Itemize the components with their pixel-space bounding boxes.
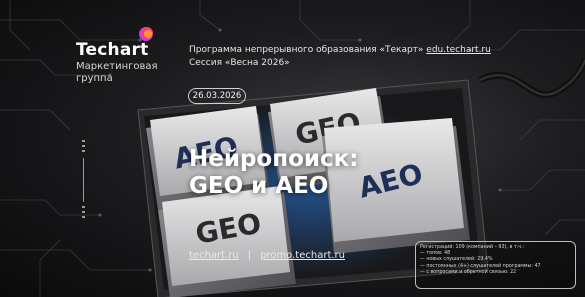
brand-subtitle-1: Маркетинговая — [76, 61, 158, 72]
footer-links: techart.ru | promo.techart.ru — [189, 250, 345, 261]
page-title: Нейропоиск: GEO и AEO — [189, 146, 358, 200]
key-bottom-left: GEO — [158, 186, 296, 297]
techart-link[interactable]: techart.ru — [189, 250, 239, 261]
program-name: Программа непрерывного образования «Тека… — [189, 45, 424, 55]
program-info: Программа непрерывного образования «Тека… — [189, 44, 491, 70]
brand-subtitle-2: группа — [76, 73, 113, 84]
registration-stats: Регистраций: 109 (компаний – 93), в т.ч.… — [415, 241, 576, 289]
date-badge: 26.03.2026 — [188, 88, 246, 104]
stats-line: — с вопросами и обратной связью: 22 — [420, 269, 517, 275]
banner: AEO GEO GEO AEO Techart Маркетинговая — [0, 0, 585, 297]
program-line-1: Программа непрерывного образования «Тека… — [189, 44, 491, 57]
side-marker-decoration — [82, 140, 85, 218]
title-line-2: GEO и AEO — [189, 173, 329, 199]
promo-link[interactable]: promo.techart.ru — [260, 250, 345, 261]
footer-separator: | — [247, 250, 252, 261]
title-line-1: Нейропоиск: — [189, 146, 359, 172]
logo-circle-icon — [139, 27, 153, 41]
edu-link[interactable]: edu.techart.ru — [426, 45, 491, 55]
session-name: Сессия «Весна 2026» — [189, 58, 290, 68]
techart-logo[interactable]: Techart Маркетинговая группа — [76, 27, 158, 84]
